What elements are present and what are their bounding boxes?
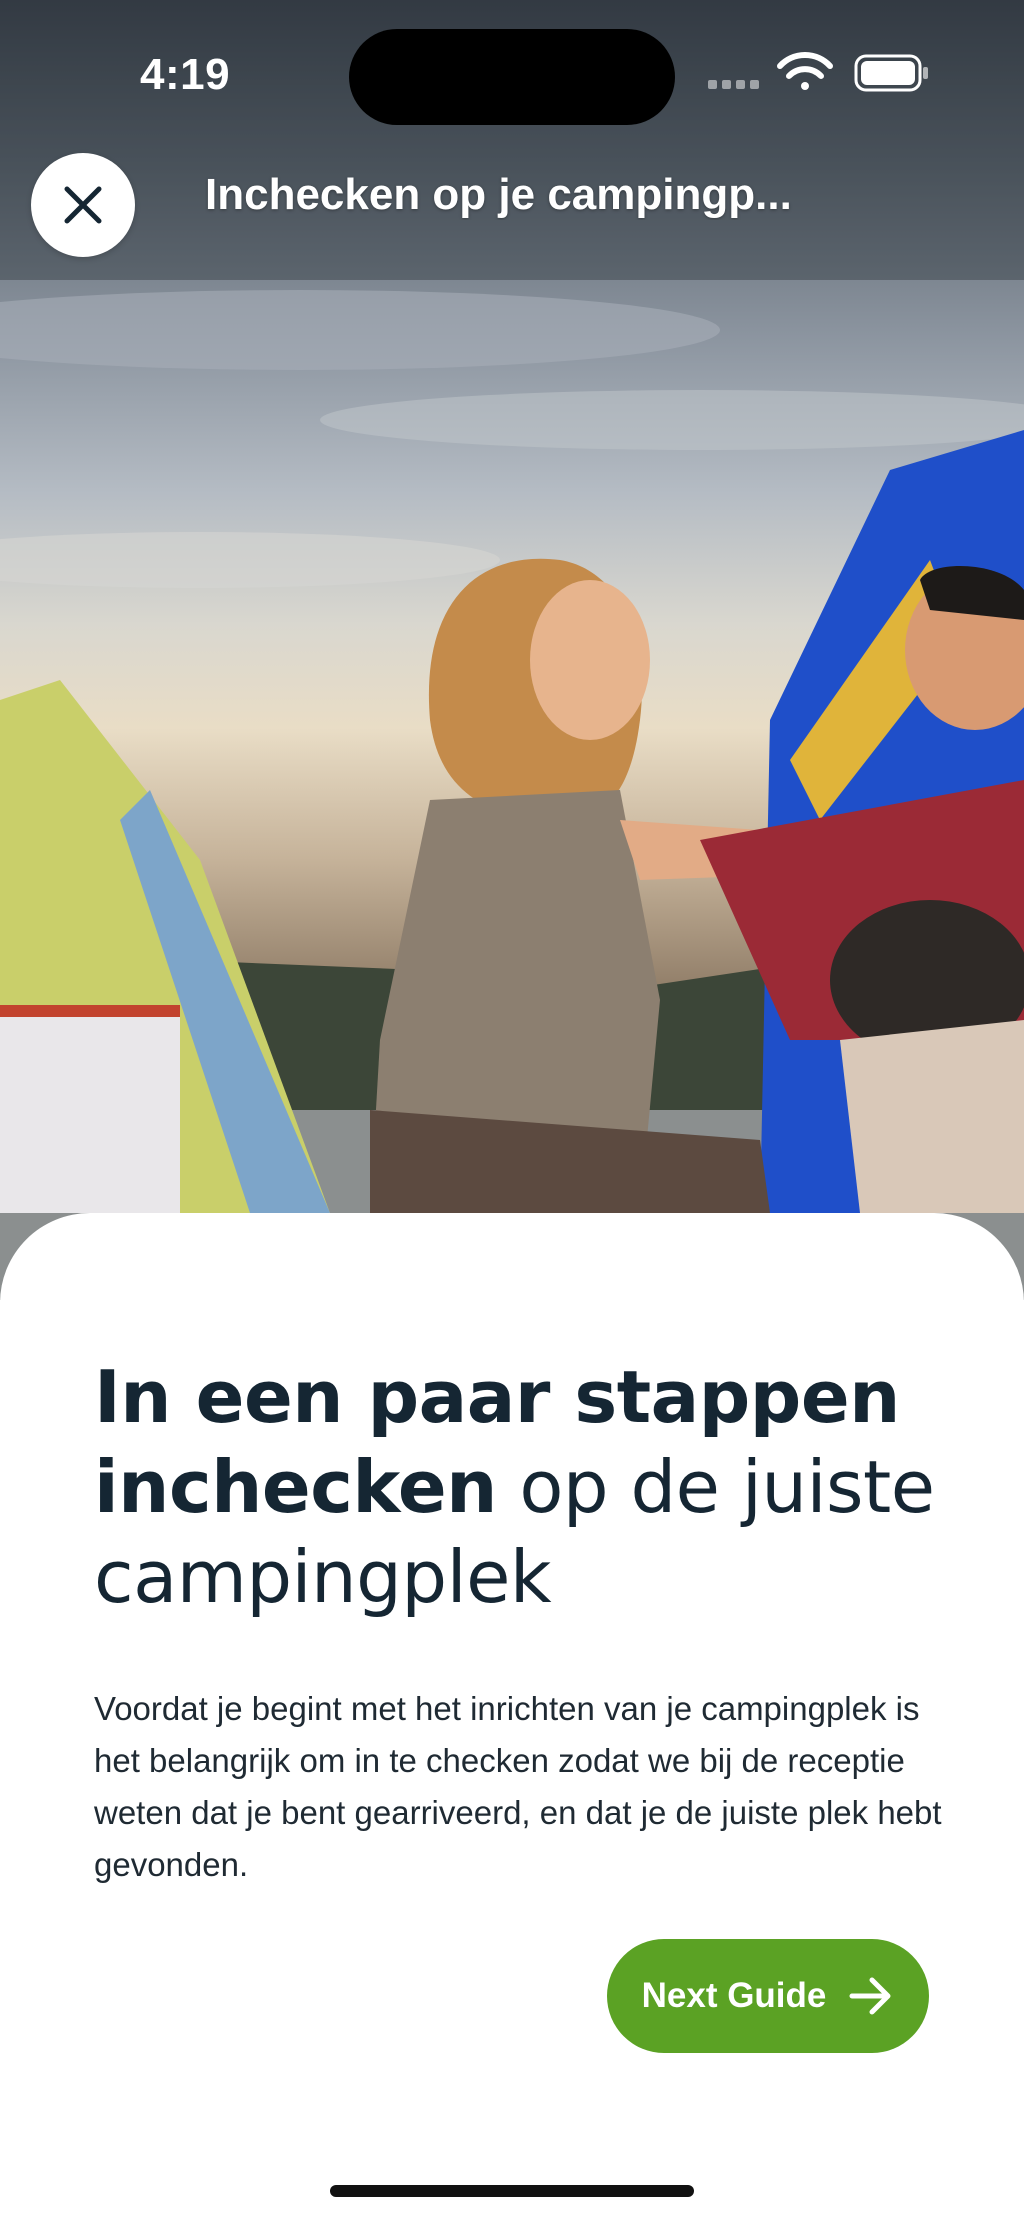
close-button[interactable] [31, 153, 135, 257]
next-guide-label: Next Guide [641, 1976, 827, 2015]
arrow-right-icon [849, 1977, 891, 2015]
headline-bold-2: inchecken [94, 1445, 497, 1529]
headline: In een paar stappen inchecken op de juis… [94, 1352, 974, 1622]
status-indicators [708, 52, 938, 96]
status-time: 4:19 [140, 50, 231, 99]
headline-bold-1: In een paar stappen [94, 1355, 900, 1439]
dynamic-island [349, 29, 675, 125]
home-indicator[interactable] [330, 2185, 694, 2197]
wifi-icon [777, 52, 833, 90]
next-guide-button[interactable]: Next Guide [607, 1939, 929, 2053]
close-icon [64, 186, 102, 224]
headline-light-1: op de juiste [496, 1445, 935, 1529]
headline-light-2: campingplek [94, 1535, 552, 1619]
battery-icon [854, 54, 928, 92]
nav-title: Inchecken op je campingp... [205, 170, 792, 219]
signal-icon [708, 80, 759, 89]
body-text: Voordat je begint met het inrichten van … [94, 1690, 942, 1883]
